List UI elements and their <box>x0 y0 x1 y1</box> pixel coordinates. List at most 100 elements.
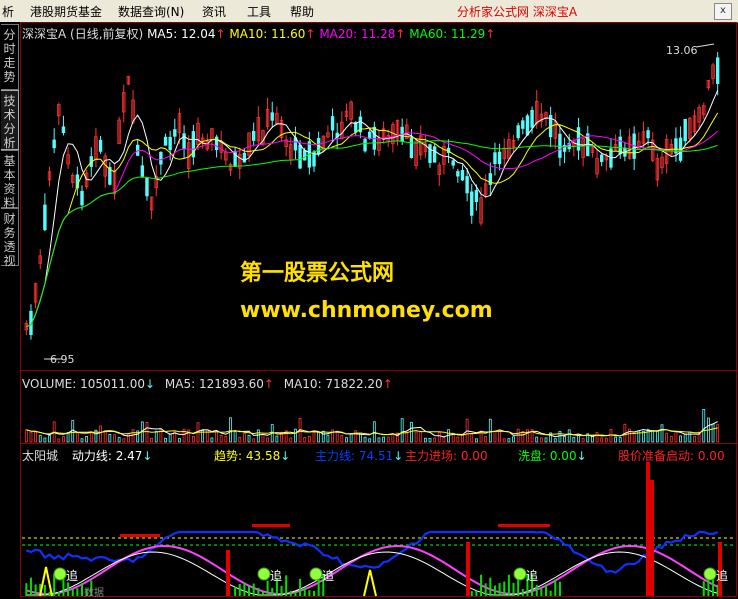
wash-bar <box>234 587 237 596</box>
wash-bar <box>503 581 506 596</box>
wash-bar <box>57 591 60 596</box>
volume-bar <box>419 430 423 443</box>
volume-bar <box>572 437 576 443</box>
volume-bar <box>75 432 79 443</box>
menu-item-tools[interactable]: 工具 <box>247 3 271 20</box>
volume-bar <box>553 438 557 443</box>
indicator-trend-wrap: 趋势: 43.58↓ <box>214 449 291 463</box>
volume-bar <box>391 433 395 443</box>
indicator-main-wrap: 主力线: 74.51↓ <box>315 449 404 463</box>
candle-body <box>363 138 367 152</box>
candle-body <box>140 165 145 177</box>
wash-bar <box>285 575 288 596</box>
candle-body <box>43 204 47 231</box>
tab-technical-analysis[interactable]: 技术分析 <box>1 90 19 150</box>
tab-financial[interactable]: 财务透视 <box>1 208 19 268</box>
candle-body <box>145 177 149 197</box>
volume-bar <box>340 434 344 443</box>
candle-body <box>409 137 414 158</box>
volume-bar <box>410 421 413 443</box>
wash-bar <box>554 579 557 596</box>
volume-bar <box>57 438 61 443</box>
volume-bar <box>535 436 539 443</box>
wash-bar <box>81 583 83 596</box>
wash-bar <box>243 582 246 596</box>
volume-bar <box>679 435 682 443</box>
wash-bar <box>299 578 302 596</box>
indicator-wash: 洗盘: 0.00 <box>518 449 577 463</box>
volume-bar <box>224 435 228 443</box>
tab-basic-info[interactable]: 基本资料 <box>1 150 19 210</box>
wash-bar <box>294 591 297 596</box>
menu-item-data-query[interactable]: 数据查询(N) <box>118 3 184 20</box>
signal-label: 追 <box>322 568 334 583</box>
tab-intraday[interactable]: 分时走势 <box>1 24 19 90</box>
menu-item-hk-futures-funds[interactable]: 港股期货基金 <box>30 3 102 20</box>
wash-bar <box>535 584 538 596</box>
candle-body <box>298 144 302 169</box>
volume-bar <box>665 432 669 443</box>
indicator-markers: 追追追追追 <box>53 567 728 583</box>
wash-bar <box>470 591 473 596</box>
volume-bar <box>660 424 664 443</box>
wash-bar <box>484 583 487 596</box>
volume-bar <box>655 430 659 443</box>
volume-ma-lines <box>26 421 718 438</box>
volume-bar <box>563 436 566 443</box>
low-price-label: 6.95 <box>50 353 75 366</box>
volume-bar <box>614 436 617 443</box>
volume-bar <box>66 432 70 443</box>
candle-body <box>173 129 177 137</box>
watermark-title: 第一股票公式网 <box>240 261 395 286</box>
entry-zone-bar <box>498 524 550 527</box>
close-button[interactable]: x <box>714 3 732 20</box>
volume-bar <box>312 432 316 443</box>
volume-bar <box>154 430 158 443</box>
candle-body <box>168 136 172 151</box>
wash-bar <box>76 588 79 596</box>
candle-body <box>465 176 469 194</box>
signal-label: 追 <box>716 568 728 583</box>
volume-bar <box>349 433 353 443</box>
volume-bar <box>229 417 232 443</box>
volume-bar <box>567 429 571 443</box>
volume-bar <box>609 428 613 443</box>
wash-bar <box>702 581 705 596</box>
candle-body <box>715 57 720 84</box>
indicator-lines <box>22 462 736 597</box>
volume-bar <box>191 436 195 443</box>
volume-bar <box>205 429 209 443</box>
volume-bar <box>303 437 307 443</box>
candlestick-series <box>24 52 720 340</box>
wash-bar <box>507 574 510 596</box>
volume-bar <box>451 433 455 443</box>
wash-bar <box>25 583 28 596</box>
menu-item-analysis[interactable]: 析 <box>2 3 14 20</box>
volume-bar <box>414 431 418 443</box>
indicator-entry-wrap: 主力进场: 0.00 <box>405 447 488 464</box>
volume-bar <box>317 431 321 443</box>
wash-bar <box>266 580 269 596</box>
volume-bar <box>400 418 404 443</box>
candle-body <box>558 133 562 158</box>
wash-bar <box>248 586 251 596</box>
candle-body <box>460 170 465 181</box>
candle-body <box>530 109 534 128</box>
candle-body <box>330 116 335 131</box>
candle-body <box>521 120 525 129</box>
volume-bar <box>168 433 172 443</box>
menu-item-news[interactable]: 资讯 <box>202 3 226 20</box>
volume-bar <box>326 434 330 443</box>
wash-bar <box>238 583 241 596</box>
launch-spike <box>363 569 377 597</box>
volume-bar <box>103 430 107 443</box>
volume-bar <box>80 438 84 443</box>
stock-name: 深深宝A <box>22 27 67 41</box>
entry-spike <box>650 480 654 596</box>
volume-bar <box>210 437 214 443</box>
volume-bar <box>261 433 265 443</box>
watermark-url: www.chnmoney.com <box>240 298 493 323</box>
signal-label: 追 <box>270 568 282 583</box>
menu-item-help[interactable]: 帮助 <box>290 3 314 20</box>
candle-body <box>493 152 497 165</box>
